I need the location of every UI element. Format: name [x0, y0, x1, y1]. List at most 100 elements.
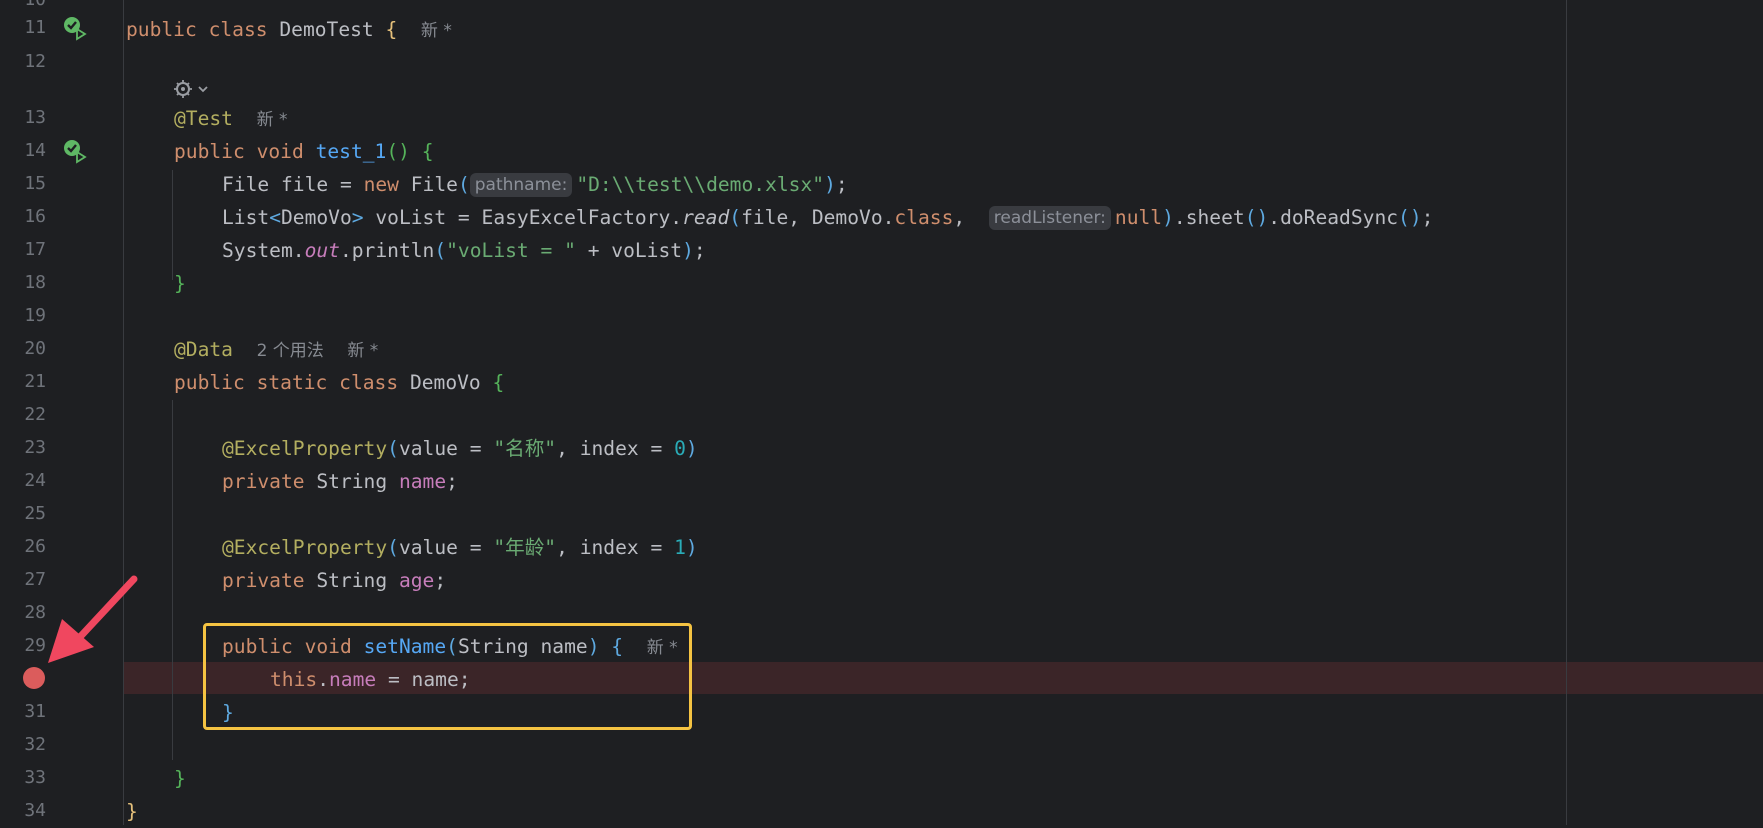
code-text: file, DemoVo. [741, 206, 895, 229]
code-line-27[interactable]: private String age; [222, 564, 446, 597]
new-marker: 新 * [420, 21, 452, 41]
string-literal: "D:\\test\\demo.xlsx" [576, 173, 825, 196]
line-number: 20 [24, 338, 46, 359]
line-number: 14 [24, 140, 46, 161]
parameter-hint: pathname: [469, 173, 573, 197]
line-number: 33 [24, 767, 46, 788]
code-text: + voList [575, 239, 683, 262]
code-vision-gear-icon[interactable] [173, 76, 213, 102]
angle-bracket: < [269, 206, 281, 229]
code-text: .println [339, 239, 435, 262]
line-number: 23 [24, 437, 46, 458]
code-line-11[interactable]: public class DemoTest { 新 * [126, 13, 452, 46]
code-line-18[interactable]: } [174, 267, 186, 300]
line-number: 32 [24, 734, 46, 755]
type-name: String [304, 470, 399, 493]
class-name: DemoTest [279, 18, 374, 41]
parameter-hint: readListener: [988, 206, 1111, 230]
keyword: class [894, 206, 954, 229]
editor-gutter: 10 11 12 13 14 15 16 17 18 19 20 21 22 2… [0, 0, 125, 825]
gutter-separator [123, 0, 124, 825]
code-line-34[interactable]: } [126, 795, 138, 828]
indent-guide [172, 170, 173, 280]
run-test-icon[interactable] [62, 138, 88, 164]
paren: () [1244, 206, 1269, 229]
brace: { [385, 18, 398, 41]
line-number: 13 [24, 107, 46, 128]
keyword: public static class [174, 371, 399, 394]
indent-guide [172, 400, 173, 760]
code-text: voList = EasyExcelFactory. [363, 206, 683, 229]
type-name: String [304, 569, 399, 592]
code-line-33[interactable]: } [174, 762, 186, 795]
new-marker: 新 * [256, 110, 288, 130]
paren: ) [685, 536, 698, 559]
code-text: System. [222, 239, 305, 262]
static-method: read [682, 206, 730, 229]
code-line-14[interactable]: public void test_1() { [174, 135, 434, 168]
code-text: .doReadSync [1268, 206, 1399, 229]
line-number: 16 [24, 206, 46, 227]
semicolon: ; [434, 569, 447, 592]
run-test-icon[interactable] [62, 15, 88, 41]
parens: () [386, 140, 410, 163]
line-number: 15 [24, 173, 46, 194]
line-number: 31 [24, 701, 46, 722]
code-line-15[interactable]: File file = new File(pathname: "D:\\test\… [222, 168, 848, 201]
code-line-17[interactable]: System.out.println("voList = " + voList)… [222, 234, 706, 267]
annotation: @ExcelProperty [222, 536, 388, 559]
paren: ( [457, 173, 470, 196]
static-field: out [304, 239, 340, 262]
code-line-16[interactable]: List<DemoVo> voList = EasyExcelFactory.r… [222, 201, 1433, 234]
line-number: 10 [0, 0, 46, 10]
number-literal: 1 [674, 536, 686, 559]
paren: ) [685, 437, 698, 460]
field-name: age [398, 569, 435, 592]
code-text: value = [398, 536, 494, 559]
semicolon: ; [693, 239, 706, 262]
code-line-23[interactable]: @ExcelProperty(value = "名称", index = 0) [222, 432, 698, 465]
code-line-20[interactable]: @Data 2 个用法 新 * [174, 333, 378, 366]
number-literal: 0 [674, 437, 686, 460]
line-number: 11 [24, 17, 46, 38]
highlight-box [203, 623, 692, 730]
keyword: new [363, 173, 399, 196]
paren: ) [1162, 206, 1174, 229]
paren: ) [682, 239, 694, 262]
keyword: private [222, 470, 305, 493]
code-text: value = [398, 437, 494, 460]
semicolon: ; [446, 470, 458, 493]
code-text: , index = [556, 437, 675, 460]
code-text: , index = [556, 536, 675, 559]
keyword: null [1114, 206, 1163, 229]
right-margin-guide [1566, 0, 1567, 825]
usages-hint[interactable]: 2 个用法 [257, 341, 324, 361]
code-line-21[interactable]: public static class DemoVo { [174, 366, 504, 399]
paren: ( [434, 239, 447, 262]
new-marker: 新 * [347, 341, 379, 361]
code-line-13[interactable]: @Test 新 * [174, 102, 287, 135]
keyword: public void [174, 140, 304, 163]
annotation: @Test [174, 107, 233, 130]
paren: ) [824, 173, 836, 196]
class-name: DemoVo [409, 371, 481, 394]
annotation: @Data [174, 338, 233, 361]
code-line-24[interactable]: private String name; [222, 465, 458, 498]
code-text: List [222, 206, 270, 229]
code-text: .sheet [1173, 206, 1245, 229]
line-number: 19 [24, 305, 46, 326]
line-number: 25 [24, 503, 46, 524]
semicolon: ; [835, 173, 848, 196]
paren: () [1398, 206, 1422, 229]
code-text: , [953, 206, 977, 229]
brace: { [421, 140, 434, 163]
paren: ( [729, 206, 742, 229]
line-number: 18 [24, 272, 46, 293]
arrow-pointer-icon [48, 575, 138, 663]
paren: ( [387, 437, 399, 460]
annotation: @ExcelProperty [222, 437, 388, 460]
breakpoint-icon[interactable] [23, 667, 45, 689]
code-line-26[interactable]: @ExcelProperty(value = "年龄", index = 1) [222, 531, 698, 564]
line-number: 26 [24, 536, 46, 557]
method-name: test_1 [315, 140, 387, 163]
